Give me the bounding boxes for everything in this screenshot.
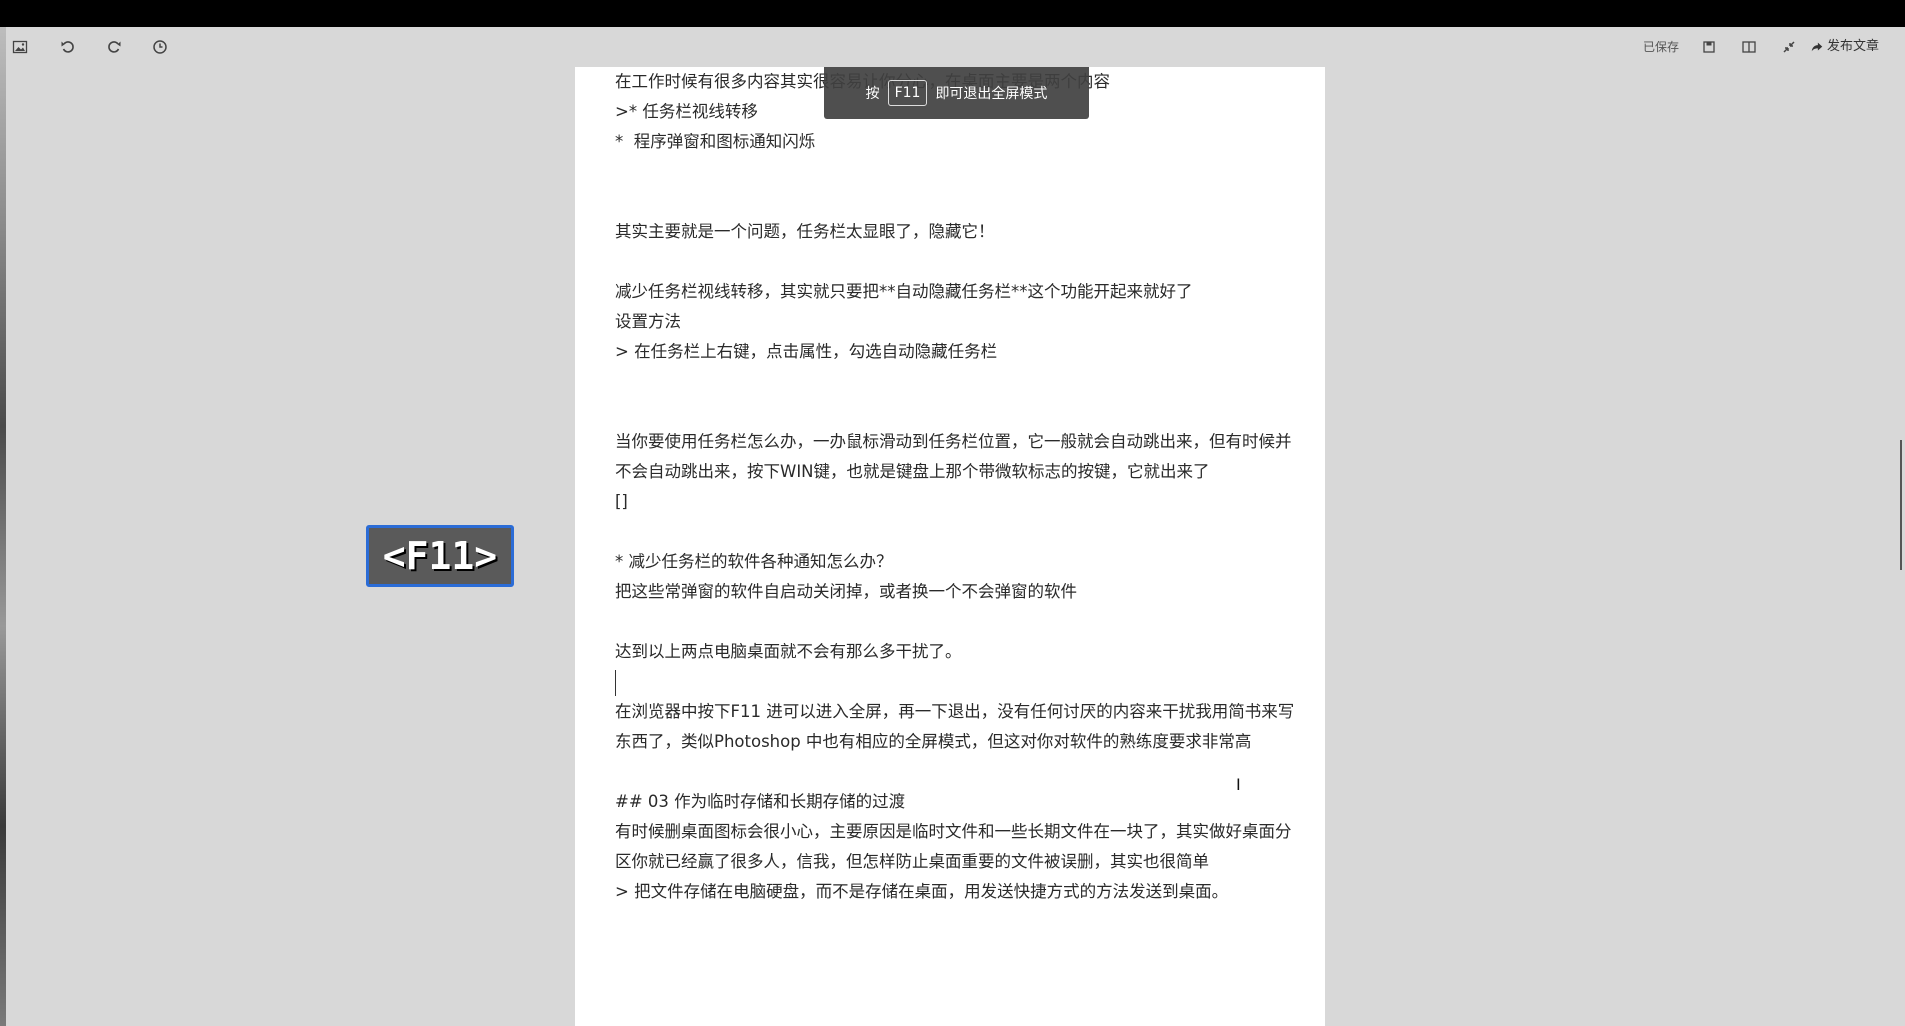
editor-content[interactable]: 在工作时候有很多内容其实很容易让你分心，在桌面主要是两个内容 >* 任务栏视线转… (615, 67, 1295, 907)
scrollbar[interactable] (1900, 440, 1902, 570)
editor-toolbar: 已保存 发布文章 (6, 27, 1905, 67)
mouse-ibeam-cursor: I (1236, 775, 1241, 794)
editor-line: [] (615, 492, 628, 511)
split-view-icon[interactable] (1739, 37, 1759, 57)
editor-line: 在浏览器中按下F11 进可以进入全屏，再一下退出，没有任何讨厌的内容来干扰我用简… (615, 702, 1295, 751)
editor-line: * 减少任务栏的软件各种通知怎么办？ (615, 552, 893, 571)
editor-line: ## 03 作为临时存储和长期存储的过渡 (615, 792, 906, 811)
editor-line: * 程序弹窗和图标通知闪烁 (615, 132, 816, 151)
top-black-bar (0, 0, 1905, 27)
saved-status: 已保存 (1642, 40, 1679, 54)
keystroke-overlay: <F11> (366, 525, 514, 587)
toast-key: F11 (887, 80, 928, 106)
toast-prefix: 按 (865, 86, 880, 102)
text-caret-line (615, 667, 1295, 697)
history-icon[interactable] (150, 37, 170, 57)
editor-line: 减少任务栏视线转移，其实就只要把**自动隐藏任务栏**这个功能开起来就好了 (615, 282, 1193, 301)
share-icon (1811, 42, 1823, 52)
publish-button[interactable]: 发布文章 (1810, 37, 1879, 57)
editor-line: 当你要使用任务栏怎么办，一办鼠标滑动到任务栏位置，它一般就会自动跳出来，但有时候… (615, 432, 1292, 481)
editor-line: 有时候删桌面图标会很小心，主要原因是临时文件和一些长期文件在一块了，其实做好桌面… (615, 822, 1292, 871)
markdown-editor[interactable]: 在工作时候有很多内容其实很容易让你分心，在桌面主要是两个内容 >* 任务栏视线转… (575, 67, 1325, 1026)
fullscreen-toast: 按 F11 即可退出全屏模式 (824, 67, 1089, 119)
redo-icon[interactable] (104, 37, 124, 57)
save-icon[interactable] (1699, 37, 1719, 57)
text-caret (615, 669, 616, 696)
toast-suffix: 即可退出全屏模式 (935, 86, 1048, 102)
editor-line: 设置方法 (615, 312, 681, 331)
editor-line: > 把文件存储在电脑硬盘，而不是存储在桌面，用发送快捷方式的方法发送到桌面。 (615, 882, 1229, 901)
exit-fullscreen-icon[interactable] (1779, 37, 1799, 57)
desktop-background-edge (0, 27, 6, 1026)
editor-line: 把这些常弹窗的软件自启动关闭掉，或者换一个不会弹窗的软件 (615, 582, 1077, 601)
image-icon[interactable] (10, 37, 30, 57)
undo-icon[interactable] (58, 37, 78, 57)
editor-line: > 在任务栏上右键，点击属性，勾选自动隐藏任务栏 (615, 342, 998, 361)
editor-line: 达到以上两点电脑桌面就不会有那么多干扰了。 (615, 642, 962, 661)
publish-label: 发布文章 (1826, 39, 1879, 54)
editor-line: 其实主要就是一个问题，任务栏太显眼了，隐藏它！ (615, 222, 995, 241)
